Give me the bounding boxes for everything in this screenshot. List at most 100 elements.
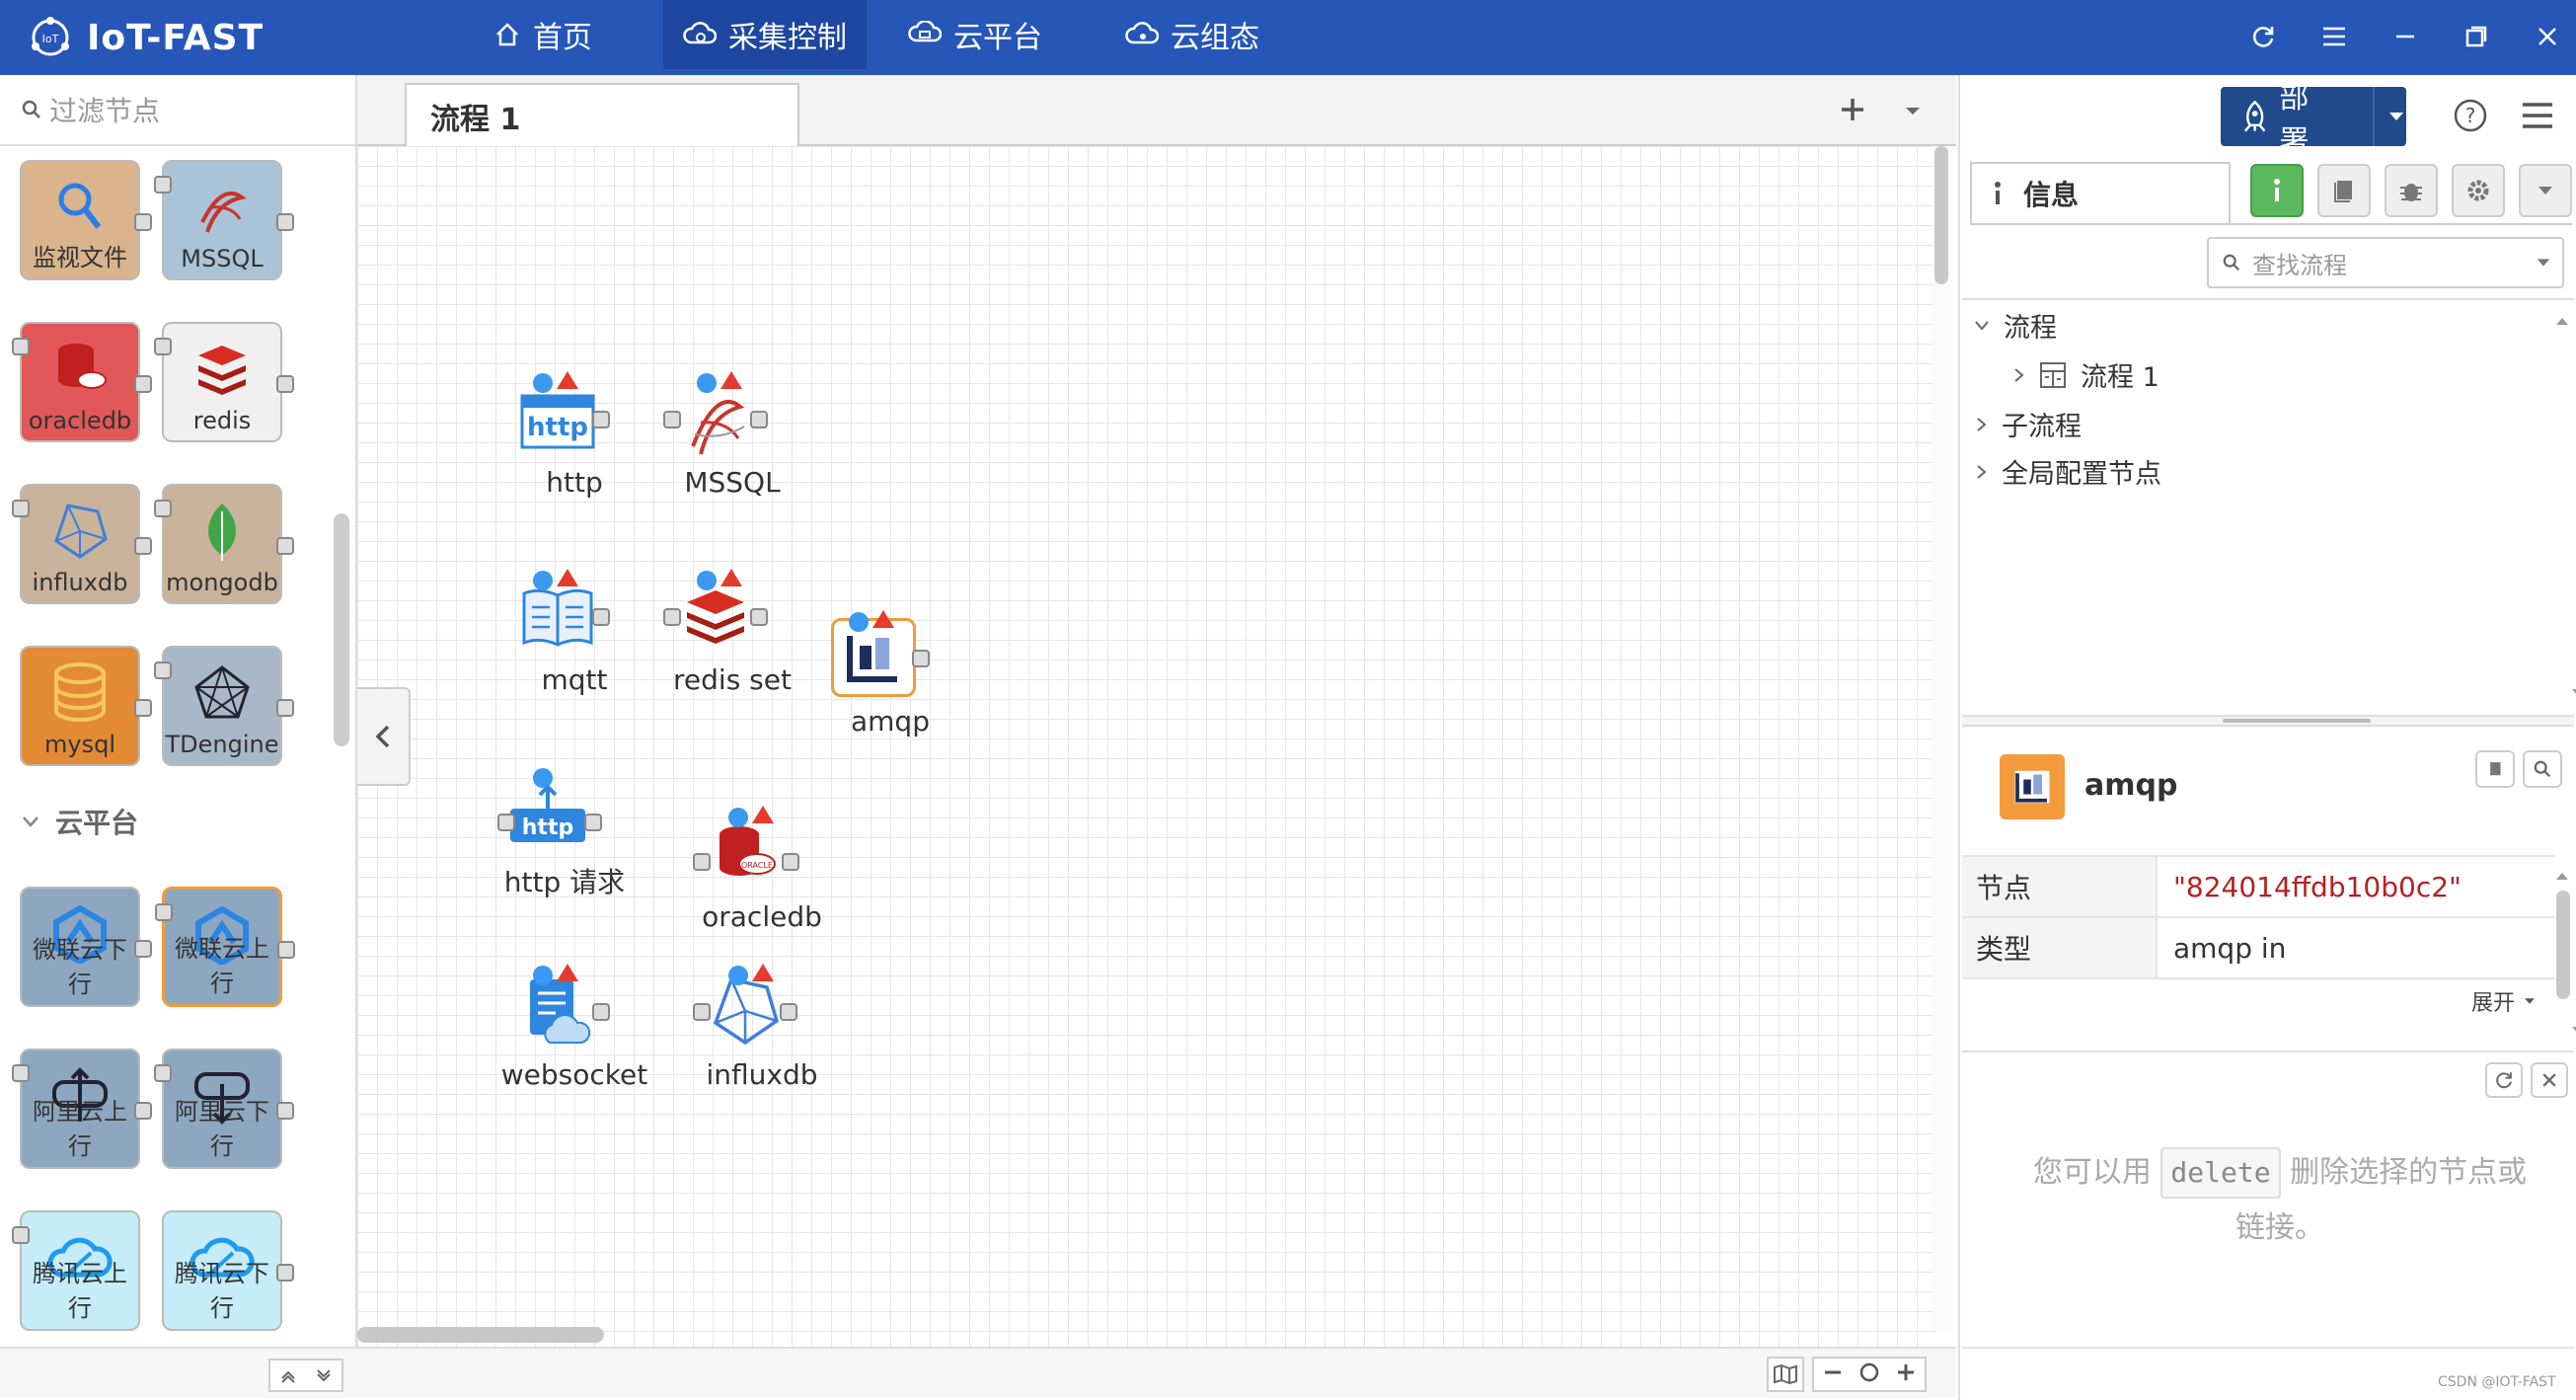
zoom-out-button[interactable] (1822, 1361, 1844, 1387)
output-port[interactable] (277, 941, 295, 959)
output-port[interactable] (592, 608, 610, 626)
nav-cloud-config[interactable]: 云组态 (1105, 0, 1279, 69)
palette-node-tencent-up[interactable]: 腾讯云上行 (12, 1210, 140, 1331)
palette-filter[interactable]: 过滤节点 (0, 75, 357, 146)
output-port[interactable] (912, 650, 930, 667)
input-port[interactable] (155, 903, 173, 921)
palette-category-cloud[interactable]: 云平台 (22, 802, 138, 841)
palette-node-watch-file[interactable]: 监视文件 (20, 160, 152, 280)
palette-node-mssql[interactable]: MSSQL (154, 160, 294, 280)
palette-node-aliyun-down[interactable]: 阿里云下行 (154, 1049, 294, 1169)
splitter-handle[interactable] (2223, 719, 2371, 723)
input-port[interactable] (154, 1064, 172, 1082)
output-port[interactable] (276, 1102, 294, 1120)
nav-cloud-platform[interactable]: 云平台 (888, 0, 1062, 69)
tree-scrollbar[interactable] (2554, 312, 2576, 707)
main-menu-button[interactable] (2311, 14, 2357, 59)
tree-item-global-config[interactable]: 全局配置节点 (1976, 452, 2161, 491)
input-port[interactable] (693, 1003, 711, 1021)
input-port[interactable] (12, 1064, 30, 1082)
output-port[interactable] (134, 537, 152, 555)
help-button[interactable]: ? (2452, 97, 2491, 136)
tree-item-flows[interactable]: 流程 (1974, 306, 2057, 345)
input-port[interactable] (154, 661, 172, 679)
output-port[interactable] (134, 699, 152, 717)
debug-button[interactable] (2385, 164, 2438, 217)
hide-palette-button[interactable] (357, 687, 411, 786)
tree-item-flow-1[interactable]: 流程 1 (2013, 355, 2159, 394)
input-port[interactable] (663, 411, 681, 428)
input-port[interactable] (154, 500, 172, 517)
output-port[interactable] (782, 853, 799, 871)
output-port[interactable] (276, 1264, 294, 1282)
palette-node-redis[interactable]: redis (154, 322, 294, 442)
output-port[interactable] (780, 1003, 797, 1021)
add-flow-button[interactable] (1838, 95, 1871, 128)
output-port[interactable] (750, 608, 768, 626)
property-value[interactable]: "824014ffdb10b0c2" (2158, 871, 2462, 903)
tab-info[interactable]: 信息 (1970, 162, 2231, 223)
search-flows-input[interactable]: 查找流程 (2252, 246, 2347, 280)
input-port[interactable] (663, 608, 681, 626)
minimize-button[interactable] (2383, 14, 2428, 59)
help-book-button[interactable] (2317, 164, 2371, 217)
zoom-in-button[interactable] (1895, 1361, 1917, 1387)
nav-collect-control[interactable]: 采集控制 (663, 0, 867, 69)
input-port[interactable] (12, 1226, 30, 1244)
output-port[interactable] (276, 213, 294, 231)
palette-collapse-controls[interactable] (268, 1359, 343, 1392)
sidebar-menu-button[interactable] (2521, 101, 2556, 134)
zoom-reset-button[interactable] (1858, 1361, 1880, 1387)
tab-list-dropdown[interactable] (1901, 99, 1931, 128)
tab-flow-1[interactable]: 流程 1 (405, 83, 799, 148)
output-port[interactable] (134, 213, 152, 231)
input-port[interactable] (693, 853, 711, 871)
info-scrollbar-thumb[interactable] (2556, 891, 2570, 999)
nav-home[interactable]: 首页 (474, 0, 612, 69)
palette-node-mysql[interactable]: mysql (20, 646, 152, 766)
palette-node-wlc-up[interactable]: 微联云上行 (155, 887, 295, 1007)
close-window-button[interactable] (2525, 14, 2570, 59)
palette-node-wlc-down[interactable]: 微联云下行 (20, 887, 152, 1007)
input-port[interactable] (154, 176, 172, 194)
output-port[interactable] (276, 699, 294, 717)
tree-item-subflows[interactable]: 子流程 (1976, 405, 2082, 443)
sidebar-tab-dropdown[interactable] (2519, 164, 2572, 217)
palette-node-influxdb[interactable]: influxdb (12, 484, 152, 604)
palette-node-tencent-down[interactable]: 腾讯云下行 (162, 1210, 294, 1331)
output-port[interactable] (584, 814, 602, 831)
deploy-dropdown[interactable] (2373, 87, 2406, 146)
info-panel-button[interactable] (2250, 164, 2304, 217)
output-port[interactable] (592, 411, 610, 428)
palette-node-oracledb[interactable]: oracledb (12, 322, 152, 442)
refresh-button[interactable] (2240, 14, 2286, 59)
output-port[interactable] (592, 1003, 610, 1021)
output-port[interactable] (134, 375, 152, 393)
tip-refresh-button[interactable] (2485, 1062, 2523, 1098)
sidebar-splitter[interactable] (1962, 715, 2574, 727)
output-port[interactable] (276, 375, 294, 393)
output-port[interactable] (134, 1102, 152, 1120)
input-port[interactable] (497, 814, 515, 831)
node-search-button[interactable] (2523, 750, 2562, 788)
input-port[interactable] (12, 500, 30, 517)
palette-scrollbar[interactable] (334, 513, 349, 746)
tip-close-button[interactable] (2531, 1062, 2568, 1098)
palette-node-mongodb[interactable]: mongodb (154, 484, 294, 604)
palette-filter-input[interactable]: 过滤节点 (49, 90, 160, 129)
output-port[interactable] (134, 940, 152, 958)
expand-toggle[interactable]: 展开 (2471, 985, 2537, 1017)
canvas-h-scrollbar[interactable] (357, 1327, 604, 1343)
info-scrollbar[interactable] (2554, 867, 2576, 1041)
output-port[interactable] (276, 537, 294, 555)
search-flows-field[interactable]: 查找流程 (2207, 237, 2564, 288)
input-port[interactable] (154, 338, 172, 355)
node-help-button[interactable] (2475, 750, 2515, 788)
navigator-button[interactable] (1767, 1357, 1804, 1392)
deploy-button[interactable]: 部署 (2221, 81, 2406, 159)
output-port[interactable] (750, 411, 768, 428)
input-port[interactable] (12, 338, 30, 355)
canvas-v-scrollbar[interactable] (1934, 146, 1948, 284)
palette-node-aliyun-up[interactable]: 阿里云上行 (12, 1049, 152, 1169)
palette-node-tdengine[interactable]: TDengine (154, 646, 294, 766)
